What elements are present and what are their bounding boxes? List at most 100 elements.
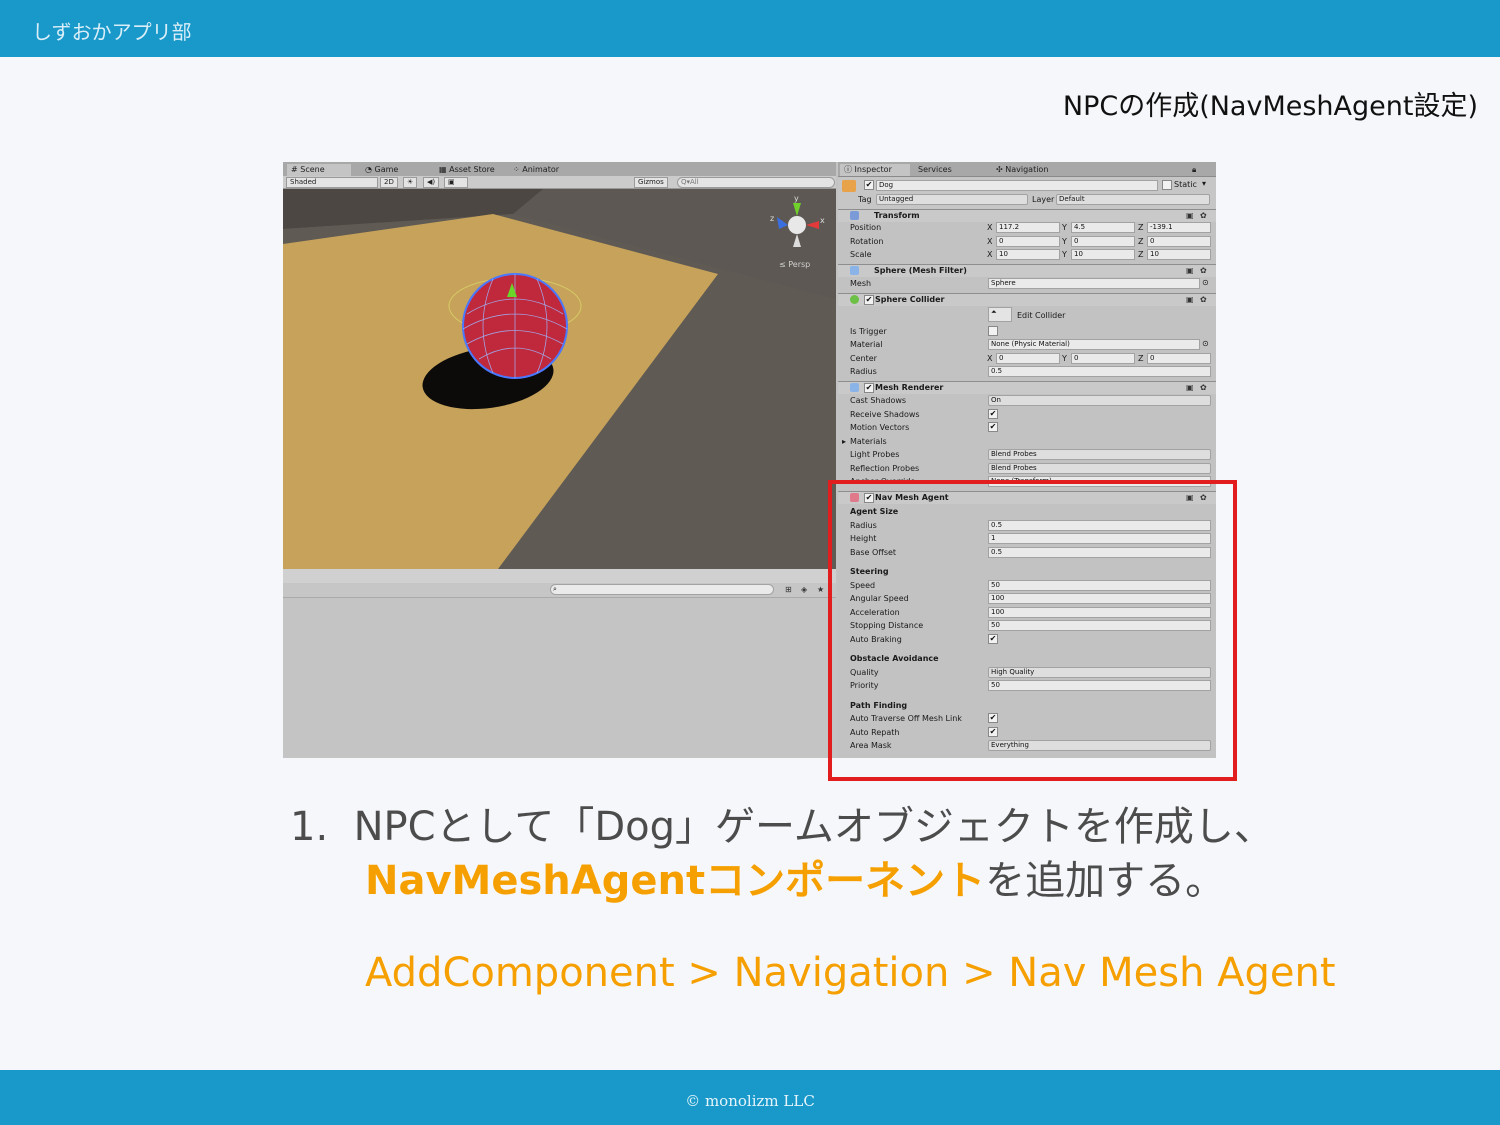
static-dropdown-icon[interactable]: ▾ — [1202, 179, 1206, 188]
gizmos-dropdown[interactable]: Gizmos — [634, 177, 668, 188]
tab-scene-label: Scene — [300, 165, 325, 174]
project-tabbar — [283, 569, 836, 584]
tab-animator[interactable]: ⁘ Animator — [509, 164, 559, 176]
light-probes-label: Light Probes — [850, 450, 900, 459]
scene-panel: # Scene ◔ Game ▦ Asset Store ⁘ Animator … — [283, 162, 836, 758]
position-z-field[interactable]: -139.1 — [1147, 222, 1211, 233]
tab-services[interactable]: Services — [914, 164, 952, 176]
tab-inspector[interactable]: ⓘ Inspector — [840, 164, 910, 176]
scale-y-field[interactable]: 10 — [1071, 249, 1135, 260]
y-label: Y — [1062, 354, 1067, 363]
static-checkbox[interactable] — [1162, 180, 1172, 190]
x-label: X — [987, 250, 993, 259]
renderer-enabled-checkbox[interactable]: ✔ — [864, 383, 874, 393]
materials-foldout-icon[interactable]: ▸ — [842, 437, 846, 446]
cast-shadows-dropdown[interactable]: On — [988, 395, 1211, 406]
receive-shadows-checkbox[interactable]: ✔ — [988, 409, 998, 419]
edit-collider-button[interactable]: ⏶ — [988, 307, 1012, 322]
gear-icon[interactable]: ✿ — [1200, 266, 1207, 275]
step-number: 1. — [290, 804, 329, 850]
tab-navigation[interactable]: ✣ Navigation — [992, 164, 1048, 176]
tag-dropdown[interactable]: Untagged — [876, 194, 1028, 205]
materials-label[interactable]: Materials — [850, 437, 887, 446]
highlight-text: NavMeshAgentコンポーネント — [365, 858, 986, 904]
help-icon[interactable]: ▣ — [1186, 295, 1194, 304]
object-picker-icon[interactable]: ⊙ — [1202, 339, 1209, 348]
instruction-line-2-rest: を追加する。 — [985, 858, 1226, 904]
favorite-icon[interactable]: ★ — [817, 585, 824, 594]
z-label: Z — [1138, 223, 1144, 232]
persp-label: ≤ Persp — [779, 260, 810, 269]
tab-game[interactable]: ◔ Game — [361, 164, 398, 176]
audio-icon[interactable]: ◀) — [423, 177, 440, 188]
z-label: Z — [1138, 237, 1144, 246]
sphere-collider-header[interactable]: ✔ Sphere Collider ▣ ✿ — [838, 293, 1216, 306]
compass-icon: ✣ — [996, 165, 1003, 174]
reflection-probes-label: Reflection Probes — [850, 464, 920, 473]
mode-2d-toggle[interactable]: 2D — [380, 177, 398, 188]
tab-asset-store[interactable]: ▦ Asset Store — [435, 164, 495, 176]
material-field[interactable]: None (Physic Material) — [988, 339, 1200, 350]
brand-name: しずおかアプリ部 — [32, 20, 192, 44]
cast-shadows-label: Cast Shadows — [850, 396, 907, 405]
z-label: Z — [1138, 354, 1144, 363]
image-effects-icon[interactable]: ▣ — [444, 177, 468, 188]
light-probes-dropdown[interactable]: Blend Probes — [988, 449, 1211, 460]
rotation-x-field[interactable]: 0 — [996, 236, 1060, 247]
layer-dropdown[interactable]: Default — [1056, 194, 1210, 205]
position-x-field[interactable]: 117.2 — [996, 222, 1060, 233]
gear-icon[interactable]: ✿ — [1200, 295, 1207, 304]
material-label: Material — [850, 340, 883, 349]
project-search-input[interactable]: ⌕ — [550, 584, 774, 595]
object-name-field[interactable]: Dog — [876, 180, 1158, 191]
gear-icon[interactable]: ✿ — [1200, 383, 1207, 392]
help-icon[interactable]: ▣ — [1186, 383, 1194, 392]
tab-navigation-label: Navigation — [1005, 165, 1049, 174]
position-label: Position — [850, 223, 882, 232]
transform-header[interactable]: Transform ▣ ✿ — [838, 209, 1216, 222]
mesh-filter-header[interactable]: Sphere (Mesh Filter) ▣ ✿ — [838, 264, 1216, 277]
help-icon[interactable]: ▣ — [1186, 211, 1194, 220]
motion-vectors-label: Motion Vectors — [850, 423, 910, 432]
center-y-field[interactable]: 0 — [1071, 353, 1135, 364]
scale-label: Scale — [850, 250, 872, 259]
is-trigger-label: Is Trigger — [850, 327, 887, 336]
light-icon[interactable]: ☀ — [403, 177, 418, 188]
scene-toolbar: Shaded 2D ☀ ◀) ▣ Gizmos Q▾All — [283, 176, 836, 189]
position-y-field[interactable]: 4.5 — [1071, 222, 1135, 233]
center-x-field[interactable]: 0 — [996, 353, 1060, 364]
tab-scene[interactable]: # Scene — [287, 164, 351, 176]
scene-viewport[interactable]: y x z ≤ Persp — [283, 189, 836, 569]
motion-vectors-checkbox[interactable]: ✔ — [988, 422, 998, 432]
object-picker-icon[interactable]: ⊙ — [1202, 278, 1209, 287]
y-label: Y — [1062, 237, 1067, 246]
collider-icon — [850, 295, 859, 304]
highlight-box — [828, 480, 1237, 781]
filter-type-icon[interactable]: ⊞ — [785, 585, 792, 594]
scene-search-input[interactable]: Q▾All — [677, 177, 835, 188]
info-icon: ⓘ — [844, 165, 852, 174]
reflection-probes-dropdown[interactable]: Blend Probes — [988, 463, 1211, 474]
transform-icon — [850, 211, 859, 220]
collider-radius-field[interactable]: 0.5 — [988, 366, 1211, 377]
scale-x-field[interactable]: 10 — [996, 249, 1060, 260]
gear-icon[interactable]: ✿ — [1200, 211, 1207, 220]
gizmo-x-label: x — [820, 216, 825, 225]
project-toolbar: ⌕ ⊞ ◈ ★ — [283, 583, 836, 598]
collider-enabled-checkbox[interactable]: ✔ — [864, 295, 874, 305]
scene-tabbar: # Scene ◔ Game ▦ Asset Store ⁘ Animator — [283, 162, 836, 177]
rotation-y-field[interactable]: 0 — [1071, 236, 1135, 247]
rotation-z-field[interactable]: 0 — [1147, 236, 1211, 247]
scale-z-field[interactable]: 10 — [1147, 249, 1211, 260]
is-trigger-checkbox[interactable] — [988, 326, 998, 336]
help-icon[interactable]: ▣ — [1186, 266, 1194, 275]
mesh-renderer-header[interactable]: ✔ Mesh Renderer ▣ ✿ — [838, 381, 1216, 394]
center-z-field[interactable]: 0 — [1147, 353, 1211, 364]
shading-dropdown[interactable]: Shaded — [286, 177, 378, 188]
cube-icon — [842, 180, 856, 192]
active-checkbox[interactable]: ✔ — [864, 180, 874, 190]
lock-icon[interactable]: 🔒︎ — [1188, 164, 1196, 176]
label-icon[interactable]: ◈ — [801, 585, 807, 594]
static-label: Static — [1174, 180, 1197, 189]
mesh-field[interactable]: Sphere — [988, 278, 1200, 289]
